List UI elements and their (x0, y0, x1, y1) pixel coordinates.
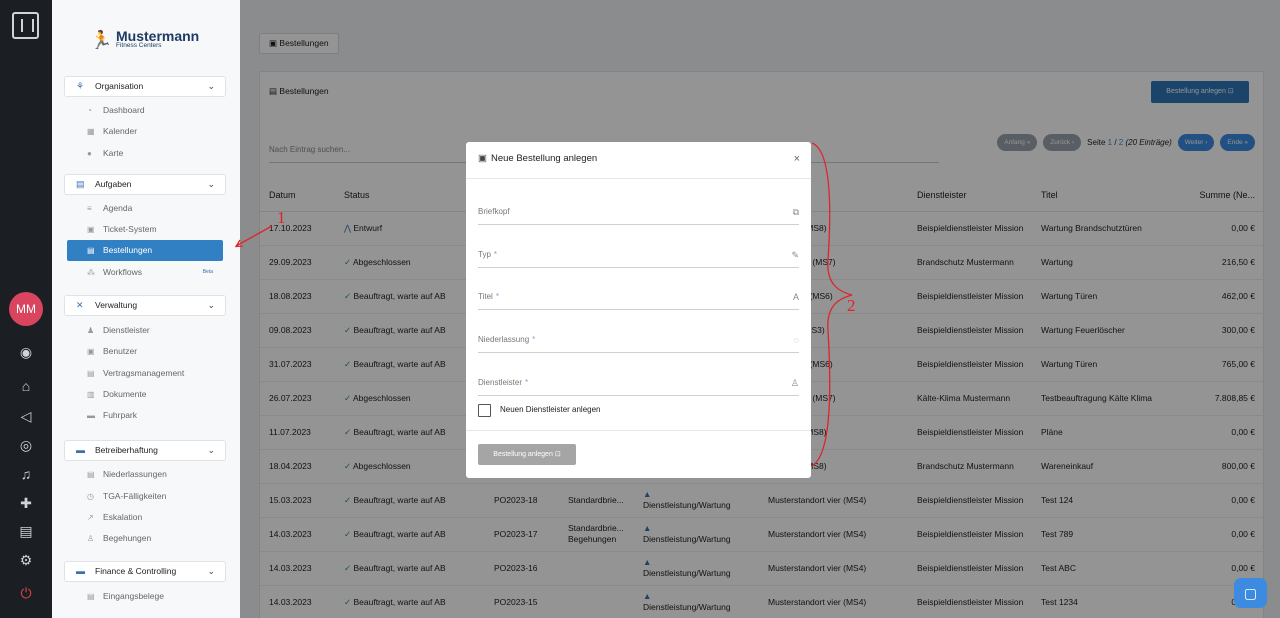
annotation-bracket (811, 142, 853, 467)
annotation-number-2: 2 (847, 296, 856, 315)
annotation-number-1: 1 (277, 208, 286, 227)
annotation-layer (234, 142, 853, 467)
annotation-arrow-line (235, 225, 273, 247)
